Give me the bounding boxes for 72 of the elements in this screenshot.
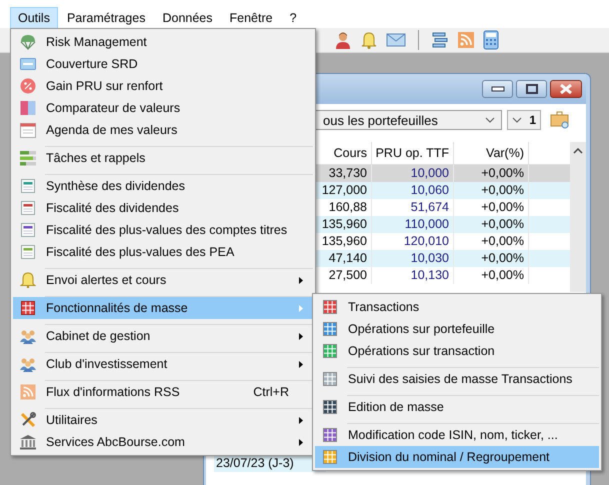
table-cell: +0,00% [454,250,529,267]
chevron-down-icon [512,117,522,123]
maximize-icon [526,84,538,94]
menu-item[interactable]: Club d'investissement [13,353,313,375]
menu-item[interactable]: Services AbcBourse.com [13,431,313,453]
menu-item[interactable]: Gain PRU sur renfort [13,75,313,97]
table-cell: 27,500 [317,267,372,284]
page-spinner[interactable]: 1 [507,110,541,130]
table-cell: +0,00% [454,216,529,233]
menu-bar-item[interactable]: Outils [10,7,58,29]
column-header[interactable]: Var(%) [454,142,529,164]
mail-icon[interactable] [386,32,406,48]
percent-badge-icon [20,78,36,94]
table-icon [21,201,35,215]
calendar-icon [20,122,36,138]
close-button[interactable] [550,80,582,98]
progress-bars-icon [20,150,36,166]
column-header[interactable]: Cours [317,142,372,164]
menu-bar-item[interactable]: Données [154,7,221,29]
parachute-icon [20,34,36,50]
table-cell: 10,030 [372,250,454,267]
table-cell: 10,060 [372,182,454,199]
menu-item[interactable]: Cabinet de gestion [13,325,313,347]
people-icon [19,356,37,372]
menu-item[interactable]: Edition de masse [315,396,599,418]
table-cell: 127,000 [317,182,372,199]
table-icon [21,223,35,237]
people-icon [19,328,37,344]
table-cell: 110,000 [372,216,454,233]
menu-item[interactable]: Fonctionnalités de masse [13,297,313,319]
menu-item[interactable]: Opérations sur transaction [315,340,599,362]
menu-item[interactable]: Fiscalité des dividendes [13,197,313,219]
table-cell: +0,00% [454,182,529,199]
scroll-up-icon [573,148,583,154]
menu-item[interactable]: Utilitaires [13,409,313,431]
list-icon[interactable] [431,31,449,49]
minimize-button[interactable] [482,80,513,98]
chevron-down-icon [485,117,495,123]
minimize-icon [490,86,504,92]
table-icon [21,179,35,193]
menu-item[interactable]: Couverture SRD [13,53,313,75]
shortcut-text: Ctrl+R [253,385,289,399]
maximize-button[interactable] [516,80,547,98]
rss-icon[interactable] [457,31,475,49]
menu-bar-item[interactable]: Paramétrages [58,7,154,29]
column-header[interactable]: PRU op. TTF [372,142,454,164]
bank-icon [19,434,37,450]
bell-icon[interactable] [360,31,378,49]
bell-icon [20,272,36,288]
compare-icon [20,100,36,116]
table-cell: 47,140 [317,250,372,267]
table-cell: +0,00% [454,267,529,284]
menu-item[interactable]: Modification code ISIN, nom, ticker, ... [315,424,599,446]
person-icon[interactable] [334,31,352,49]
rss-icon [20,384,36,400]
menu-item[interactable]: Transactions [315,296,599,318]
card-icon [20,58,36,70]
table-cell: 135,960 [317,216,372,233]
grid-icon [21,301,35,315]
menu-bar-item[interactable]: ? [282,7,305,29]
table-cell: 10,130 [372,267,454,284]
scrollbar[interactable] [570,142,586,292]
tools-icon [20,412,36,428]
menu-item[interactable]: Opérations sur portefeuille [315,318,599,340]
calculator-icon[interactable] [483,30,499,50]
menu-item[interactable]: Suivi des saisies de masse Transactions [315,368,599,390]
close-icon [559,84,573,94]
menu-item[interactable]: Flux d'informations RSS Ctrl+R [13,381,313,403]
menu-bar-item[interactable]: Fenêtre [222,7,281,29]
menu-item[interactable]: Division du nominal / Regroupement [315,446,599,468]
briefcase-search-icon[interactable] [550,111,570,129]
table-icon [21,245,35,259]
